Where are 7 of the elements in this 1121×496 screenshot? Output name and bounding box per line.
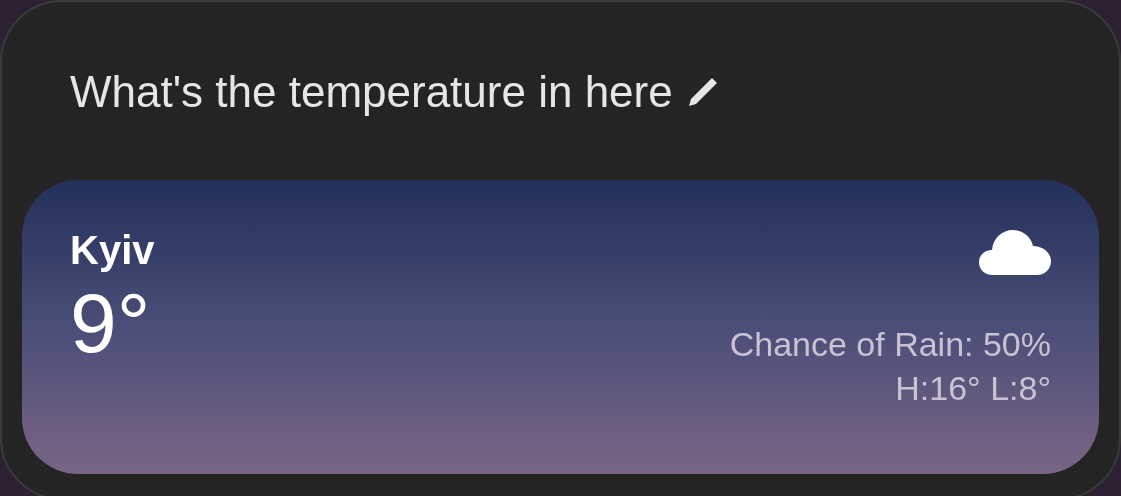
cloud-icon [979,228,1051,276]
weather-card[interactable]: Kyiv 9° Chance of Rain: 50% H:16° L:8° [22,180,1099,474]
query-text: What's the temperature in here [70,67,673,117]
rain-chance: Chance of Rain: 50% [729,324,1051,365]
temperature: 9° [70,281,152,365]
city-name: Kyiv [70,228,155,273]
high-low-temperature: H:16° L:8° [895,368,1051,409]
